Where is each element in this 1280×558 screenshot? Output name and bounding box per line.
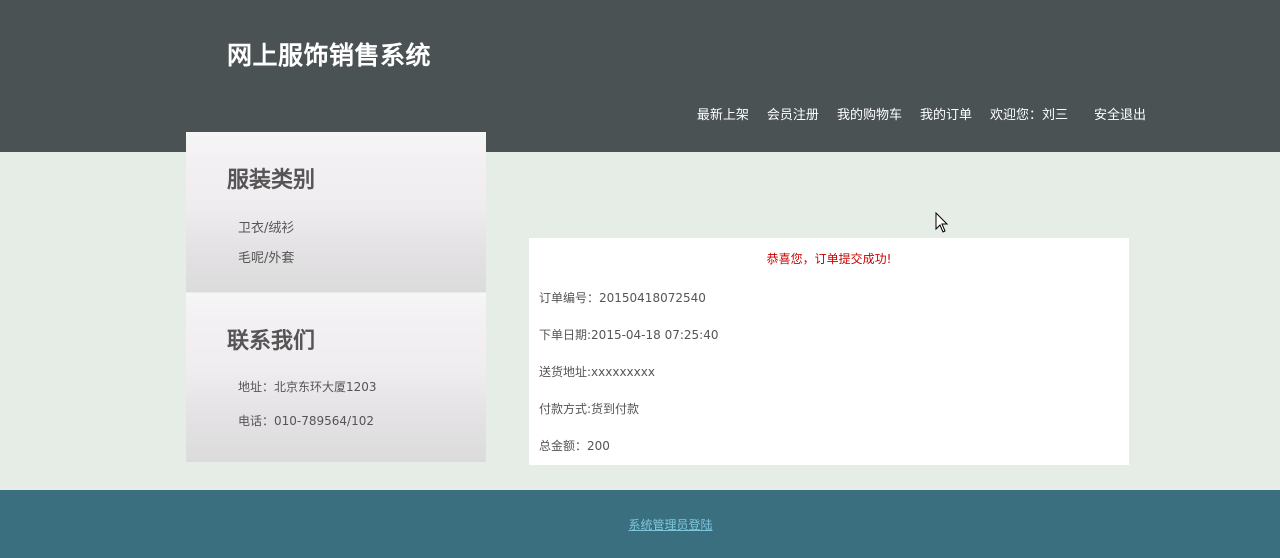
nav-cart[interactable]: 我的购物车	[837, 104, 902, 123]
category-panel: 服装类别 卫衣/绒衫 毛呢/外套	[186, 132, 486, 292]
contact-phone: 电话：010-789564/102	[238, 414, 374, 428]
category-panel-title: 服装类别	[227, 167, 316, 193]
header: 网上服饰销售系统 最新上架 会员注册 我的购物车 我的订单 欢迎您：刘三 安全退…	[0, 0, 1280, 152]
nav-orders[interactable]: 我的订单	[920, 104, 972, 123]
order-confirmation: 恭喜您，订单提交成功! 订单编号：20150418072540 下单日期:201…	[529, 238, 1129, 465]
nav-new-arrivals[interactable]: 最新上架	[697, 104, 749, 123]
site-title: 网上服饰销售系统	[227, 41, 432, 70]
footer: 系统管理员登陆	[0, 490, 1280, 558]
welcome-text: 欢迎您：刘三	[989, 108, 1068, 123]
contact-panel-title: 联系我们	[227, 328, 316, 354]
nav-logout[interactable]: 安全退出	[1094, 104, 1146, 123]
contact-address: 地址：北京东环大厦1203	[238, 380, 377, 394]
order-number: 订单编号：20150418072540	[539, 291, 706, 305]
success-message: 恭喜您，订单提交成功!	[766, 252, 892, 266]
mouse-cursor-icon	[935, 212, 949, 233]
order-address: 送货地址:xxxxxxxxx	[539, 365, 655, 379]
sidebar: 服装类别 卫衣/绒衫 毛呢/外套 联系我们 地址：北京东环大厦1203 电话：0…	[186, 132, 486, 462]
category-item[interactable]: 毛呢/外套	[238, 247, 294, 266]
order-total: 总金额：200	[539, 439, 610, 453]
admin-login-link[interactable]: 系统管理员登陆	[0, 516, 1280, 533]
order-payment: 付款方式:货到付款	[539, 402, 640, 416]
order-date: 下单日期:2015-04-18 07:25:40	[539, 328, 719, 342]
nav-register[interactable]: 会员注册	[767, 104, 819, 123]
contact-panel: 联系我们 地址：北京东环大厦1203 电话：010-789564/102	[186, 293, 486, 462]
top-nav: 最新上架 会员注册 我的购物车 我的订单 欢迎您：刘三 安全退出	[679, 104, 1146, 123]
category-item[interactable]: 卫衣/绒衫	[238, 217, 294, 236]
